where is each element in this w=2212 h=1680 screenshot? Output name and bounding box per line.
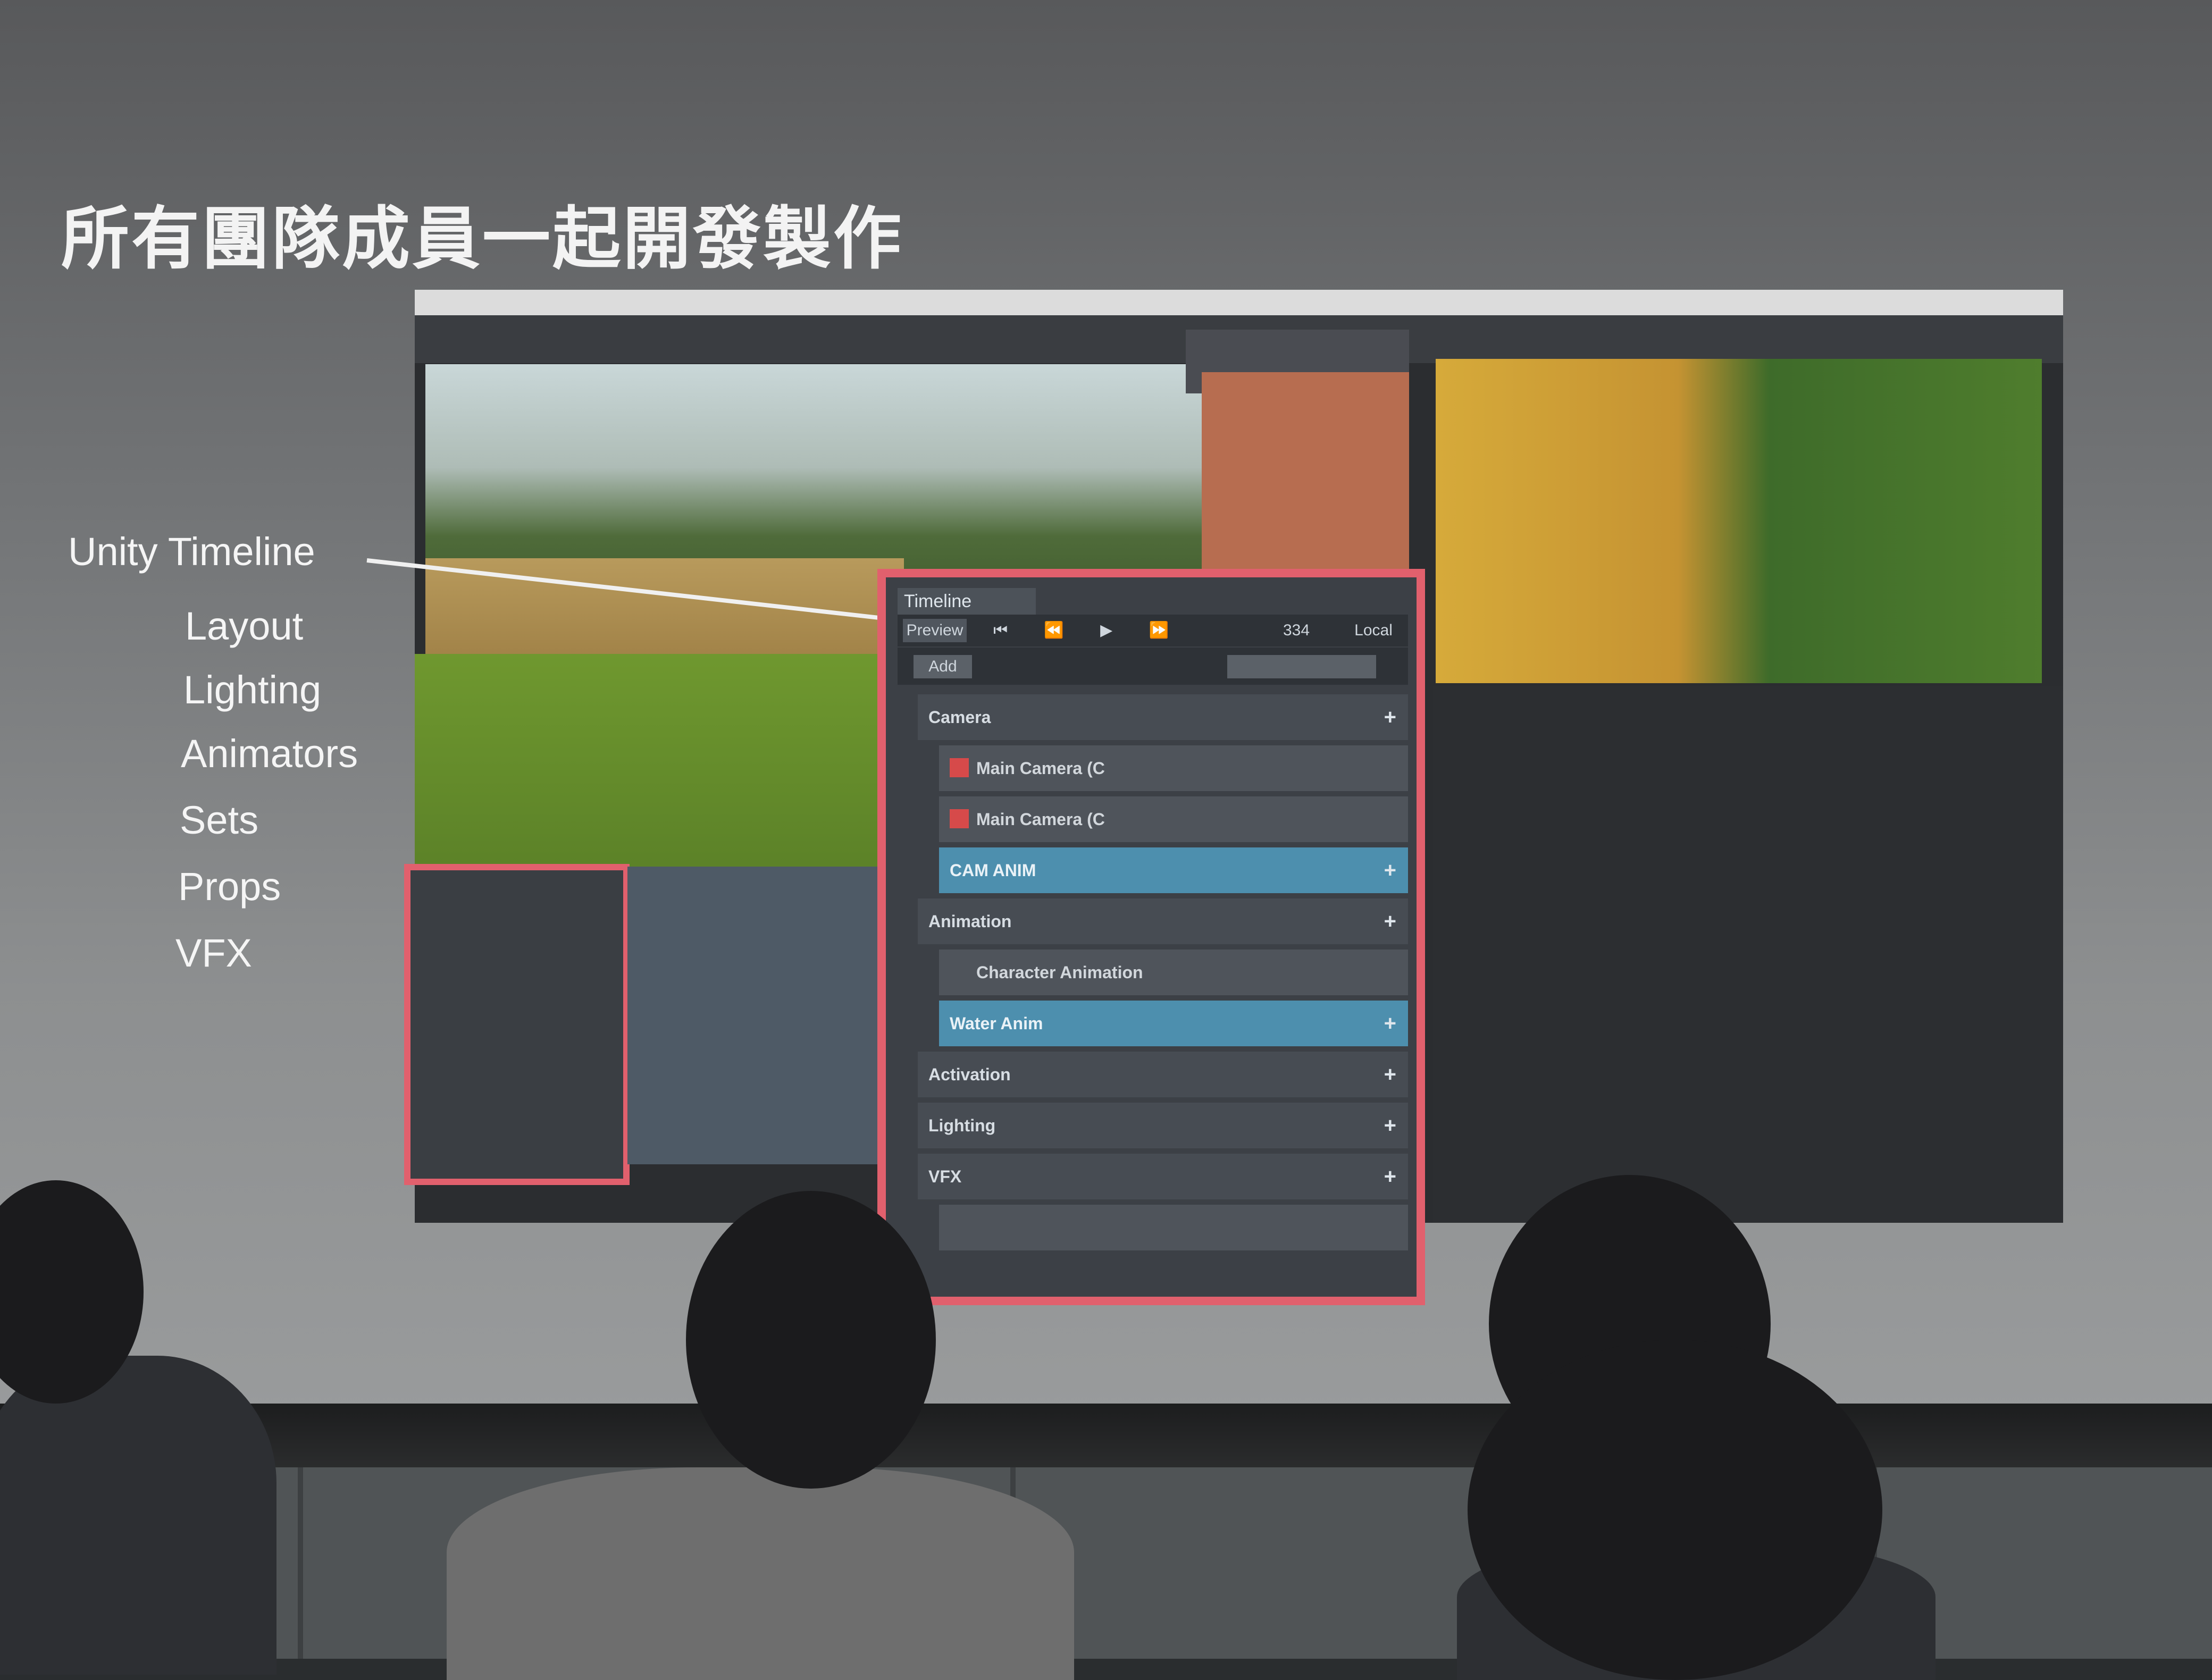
track-group-vfx[interactable]: VFX + [918, 1154, 1408, 1199]
track-label: Water Anim [950, 1014, 1043, 1033]
track-group-water-anim[interactable]: Water Anim + [939, 1001, 1408, 1046]
bullet-sets: Sets [180, 798, 259, 842]
audience-person [447, 1467, 1074, 1680]
track-main-camera-1[interactable]: Main Camera (C [939, 745, 1408, 791]
track-label: Camera [928, 708, 991, 727]
bullet-vfx: VFX [175, 931, 252, 975]
track-label: Activation [928, 1065, 1011, 1084]
audience-person [0, 1356, 276, 1675]
timeline-zoom-panel: Timeline Preview ⏮ ⏪ ▶ ⏩ ⏭ 334 Local Add… [877, 569, 1425, 1305]
track-label: Character Animation [976, 963, 1143, 982]
track-group-camera[interactable]: Camera + [918, 694, 1408, 740]
track-label: Animation [928, 912, 1012, 931]
track-character-animation[interactable]: Character Animation [939, 950, 1408, 995]
track-label: Main Camera (C [976, 759, 1105, 778]
bullet-animators: Animators [181, 732, 358, 776]
add-icon[interactable]: + [1384, 1052, 1396, 1097]
add-icon[interactable]: + [1384, 1001, 1396, 1046]
local-dropdown[interactable]: Local [1344, 619, 1403, 642]
timeline-track-area [627, 867, 877, 1164]
slide-title: 所有團隊成員一起開發製作 [61, 199, 904, 279]
add-icon[interactable]: + [1384, 694, 1396, 740]
bullet-lighting: Lighting [183, 668, 322, 712]
track-group-activation[interactable]: Activation + [918, 1052, 1408, 1097]
record-icon[interactable] [950, 809, 969, 828]
screen-bottom-bar [0, 1404, 2212, 1467]
timeline-mini-panel [404, 864, 630, 1185]
track-vfx-clip[interactable] [939, 1205, 1408, 1250]
add-icon[interactable]: + [1384, 847, 1396, 893]
preview-button[interactable]: Preview [903, 619, 967, 642]
record-icon[interactable] [950, 758, 969, 777]
game-view [1436, 359, 2042, 683]
add-icon[interactable]: + [1384, 898, 1396, 944]
bullet-layout: Layout [185, 604, 304, 648]
house-graphic [1202, 372, 1409, 574]
frame-counter[interactable]: 334 [1264, 619, 1328, 642]
add-icon[interactable]: + [1384, 1154, 1396, 1199]
bullet-unity-timeline: Unity Timeline [68, 530, 315, 574]
audience-head [686, 1191, 936, 1489]
timeline-tool-buttons[interactable] [1227, 655, 1376, 678]
lawn-graphic [415, 654, 883, 867]
track-main-camera-2[interactable]: Main Camera (C [939, 796, 1408, 842]
wall-panel-line [298, 1467, 303, 1659]
track-group-cam-anim[interactable]: CAM ANIM + [939, 847, 1408, 893]
track-group-animation[interactable]: Animation + [918, 898, 1408, 944]
timeline-add-row: Add [898, 648, 1408, 685]
hierarchy-inspector-panes [1433, 686, 2063, 1223]
bullet-props: Props [178, 864, 281, 909]
playback-controls[interactable]: ⏮ ⏪ ▶ ⏩ ⏭ [977, 619, 1201, 662]
track-label: CAM ANIM [950, 861, 1036, 880]
audience-head [1468, 1340, 1882, 1680]
timeline-toolbar: Preview ⏮ ⏪ ▶ ⏩ ⏭ 334 Local [898, 615, 1408, 662]
track-label: VFX [928, 1167, 962, 1186]
add-icon[interactable]: + [1384, 1103, 1396, 1148]
track-group-lighting[interactable]: Lighting + [918, 1103, 1408, 1148]
editor-title-bar [415, 290, 2063, 315]
tab-timeline[interactable]: Timeline [898, 588, 1036, 615]
add-track-button[interactable]: Add [914, 655, 972, 678]
track-label: Main Camera (C [976, 810, 1105, 829]
track-label: Lighting [928, 1116, 996, 1135]
